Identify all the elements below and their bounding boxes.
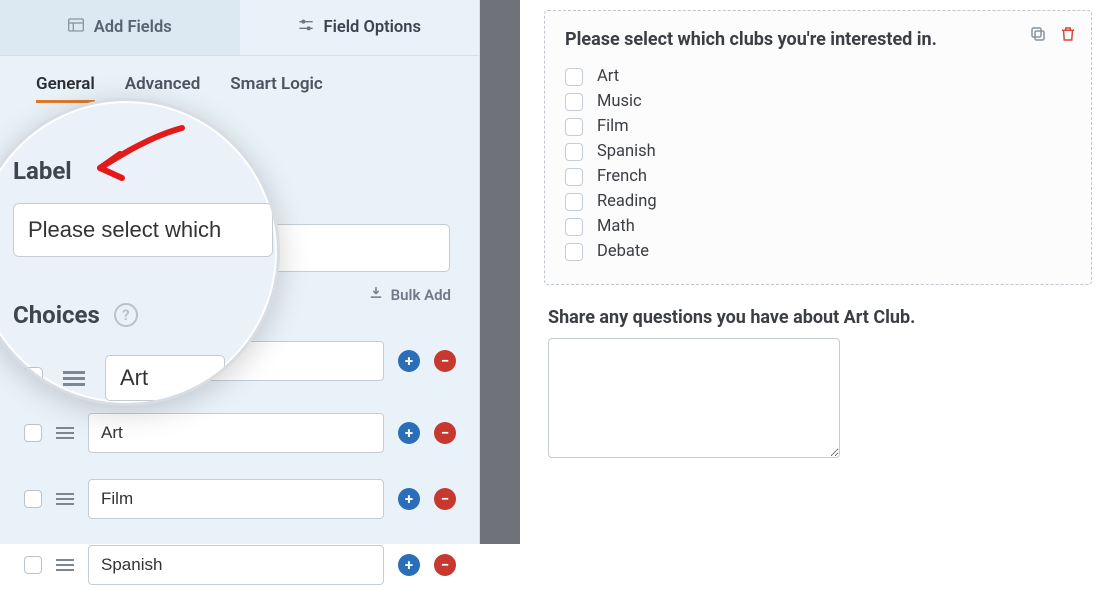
preview-checkbox-option[interactable]: Reading [565, 189, 1071, 214]
choice-input[interactable] [88, 479, 384, 519]
choice-default-checkbox[interactable] [24, 424, 42, 442]
download-icon [369, 286, 383, 304]
preview-checkbox-option[interactable]: Music [565, 89, 1071, 114]
add-choice-button[interactable]: + [398, 350, 420, 372]
preview-textarea[interactable] [548, 338, 840, 458]
label-heading-zoomed: Label [13, 157, 72, 185]
help-icon[interactable]: ? [114, 303, 138, 327]
left-panel: Add Fields Field Options General Advance… [0, 0, 480, 544]
label-input-zoomed[interactable] [13, 203, 273, 257]
checkbox-icon[interactable] [565, 68, 583, 86]
choice-default-checkbox[interactable] [24, 490, 42, 508]
remove-choice-button[interactable]: − [434, 488, 456, 510]
tab-label: Add Fields [94, 18, 172, 37]
choice-default-checkbox[interactable] [21, 367, 43, 389]
choices-heading-zoomed: Choices ? [13, 301, 138, 329]
remove-choice-button[interactable]: − [434, 350, 456, 372]
add-choice-button[interactable]: + [398, 422, 420, 444]
trash-icon[interactable] [1059, 25, 1077, 47]
checkbox-icon[interactable] [565, 243, 583, 261]
preview-checkbox-option[interactable]: French [565, 164, 1071, 189]
sub-tab-smart-logic[interactable]: Smart Logic [230, 74, 323, 103]
choice-input[interactable] [88, 413, 384, 453]
checkbox-option-label: French [597, 167, 647, 186]
sliders-icon [298, 18, 314, 37]
checkbox-icon[interactable] [565, 193, 583, 211]
checkbox-option-label: Debate [597, 242, 649, 261]
panel-divider [480, 0, 520, 544]
field-tools [1029, 25, 1077, 47]
preview-checkbox-options: Art Music Film Spanish French Reading Math Deba… [565, 64, 1071, 264]
choice-input[interactable] [105, 355, 225, 401]
checkbox-option-label: Art [597, 67, 619, 86]
tab-label: Field Options [324, 18, 421, 37]
tab-field-options[interactable]: Field Options [240, 0, 480, 55]
choice-row-zoomed [21, 355, 225, 401]
checkbox-option-label: Music [597, 92, 642, 111]
drag-handle-icon[interactable] [63, 371, 85, 386]
checkbox-option-label: Spanish [597, 142, 656, 161]
checkbox-icon[interactable] [565, 168, 583, 186]
checkbox-icon[interactable] [565, 143, 583, 161]
preview-checkbox-option[interactable]: Math [565, 214, 1071, 239]
preview-field-label: Please select which clubs you're interes… [565, 29, 1071, 50]
drag-handle-icon[interactable] [56, 427, 74, 439]
sub-tab-general[interactable]: General [36, 74, 95, 103]
choice-row: + − [0, 539, 479, 591]
add-choice-button[interactable]: + [398, 488, 420, 510]
drag-handle-icon[interactable] [56, 493, 74, 505]
preview-checkbox-option[interactable]: Spanish [565, 139, 1071, 164]
preview-textarea-label: Share any questions you have about Art C… [548, 307, 1092, 328]
checkbox-icon[interactable] [565, 218, 583, 236]
preview-checkbox-option[interactable]: Film [565, 114, 1071, 139]
checkbox-option-label: Reading [597, 192, 657, 211]
form-preview-panel: Please select which clubs you're interes… [520, 0, 1116, 544]
add-choice-button[interactable]: + [398, 554, 420, 576]
main-tab-row: Add Fields Field Options [0, 0, 479, 56]
preview-checkbox-option[interactable]: Art [565, 64, 1071, 89]
choice-input[interactable] [88, 545, 384, 585]
tab-add-fields[interactable]: Add Fields [0, 0, 240, 55]
drag-handle-icon[interactable] [56, 559, 74, 571]
preview-checkbox-field[interactable]: Please select which clubs you're interes… [544, 10, 1092, 285]
checkbox-icon[interactable] [565, 118, 583, 136]
checkbox-option-label: Math [597, 217, 635, 236]
choice-row: + − [0, 473, 479, 525]
choice-row: + − [0, 407, 479, 459]
checkbox-icon[interactable] [565, 93, 583, 111]
layout-icon [68, 18, 84, 37]
remove-choice-button[interactable]: − [434, 554, 456, 576]
checkbox-option-label: Film [597, 117, 629, 136]
field-type-header-peek: kboxe [11, 98, 73, 118]
remove-choice-button[interactable]: − [434, 422, 456, 444]
duplicate-icon[interactable] [1029, 25, 1047, 47]
choice-default-checkbox[interactable] [24, 556, 42, 574]
preview-checkbox-option[interactable]: Debate [565, 239, 1071, 264]
